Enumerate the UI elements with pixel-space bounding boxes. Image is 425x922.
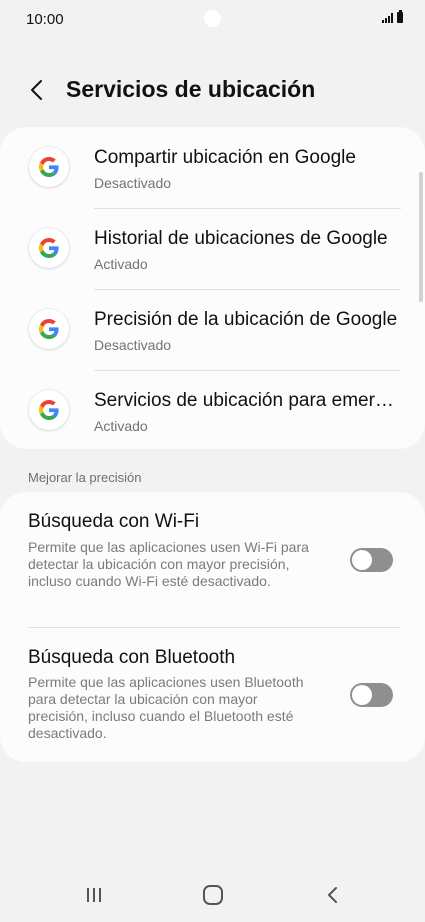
home-icon: [203, 885, 223, 905]
camera-cutout: [204, 10, 221, 27]
list-item-servicios-emergencias[interactable]: Servicios de ubicación para emergencias …: [0, 370, 425, 451]
signal-icon: [382, 13, 393, 23]
item-status: Activado: [94, 418, 148, 434]
google-services-card: Compartir ubicación en Google Desactivad…: [0, 127, 425, 449]
navigation-bar: [0, 868, 425, 922]
section-label: Mejorar la precisión: [28, 470, 142, 485]
divider: [94, 289, 401, 290]
list-item-compartir-ubicacion[interactable]: Compartir ubicación en Google Desactivad…: [0, 127, 425, 208]
list-item-precision-ubicacion[interactable]: Precisión de la ubicación de Google Desa…: [0, 289, 425, 370]
item-title: Búsqueda con Bluetooth: [28, 647, 236, 668]
nav-back-button[interactable]: [313, 878, 353, 912]
scrollbar[interactable]: [419, 172, 423, 302]
item-title: Búsqueda con Wi-Fi: [28, 511, 200, 532]
back-button[interactable]: [26, 75, 50, 105]
chevron-left-icon: [31, 80, 42, 100]
status-bar: 10:00: [0, 0, 425, 40]
recents-icon: [87, 888, 101, 902]
google-icon: [29, 309, 69, 349]
list-item-historial-ubicaciones[interactable]: Historial de ubicaciones de Google Activ…: [0, 208, 425, 289]
item-title: Compartir ubicación en Google: [94, 147, 356, 168]
page-title: Servicios de ubicación: [66, 76, 316, 102]
battery-icon: [397, 10, 403, 23]
item-status: Desactivado: [94, 175, 172, 191]
wifi-scanning-toggle[interactable]: [350, 548, 393, 572]
bluetooth-scanning-toggle[interactable]: [350, 683, 393, 707]
divider: [94, 370, 401, 371]
item-status: Desactivado: [94, 337, 172, 353]
google-icon: [29, 390, 69, 430]
item-description: Permite que las aplicaciones usen Blueto…: [28, 674, 304, 741]
item-status: Activado: [94, 256, 148, 272]
precision-card: Búsqueda con Wi-Fi Permite que las aplic…: [0, 492, 425, 762]
wifi-scanning-item[interactable]: Búsqueda con Wi-Fi Permite que las aplic…: [0, 492, 425, 627]
app-header: Servicios de ubicación: [0, 62, 425, 118]
google-icon: [29, 147, 69, 187]
item-title: Servicios de ubicación para emergencias: [94, 390, 400, 411]
status-icons: [382, 10, 403, 23]
divider: [94, 208, 401, 209]
item-title: Precisión de la ubicación de Google: [94, 309, 398, 330]
home-button[interactable]: [193, 878, 233, 912]
bluetooth-scanning-item[interactable]: Búsqueda con Bluetooth Permite que las a…: [0, 628, 425, 762]
item-title: Historial de ubicaciones de Google: [94, 228, 388, 249]
status-time: 10:00: [26, 11, 64, 28]
item-description: Permite que las aplicaciones usen Wi-Fi …: [28, 539, 309, 589]
back-icon: [328, 887, 337, 903]
toggle-knob: [352, 685, 372, 705]
recents-button[interactable]: [74, 878, 114, 912]
google-icon: [29, 228, 69, 268]
toggle-knob: [352, 550, 372, 570]
